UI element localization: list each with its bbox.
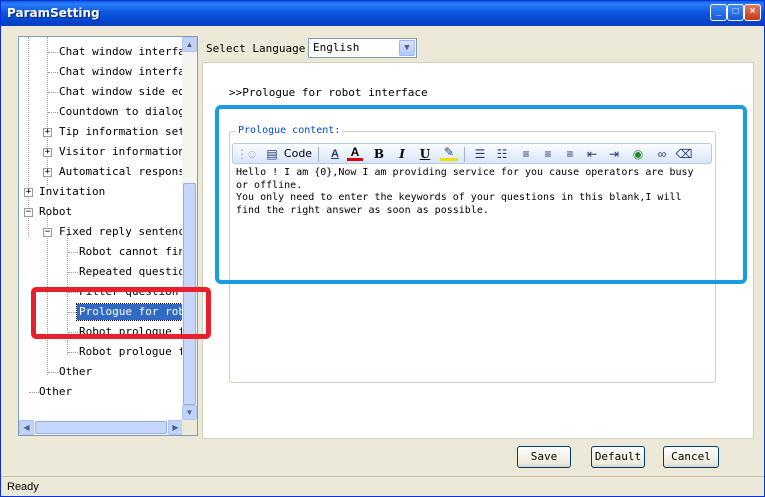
minimize-button[interactable]: _ <box>710 4 727 21</box>
scroll-right-icon[interactable]: ▶ <box>168 420 183 435</box>
tree-item-robot-other[interactable]: Other <box>57 364 94 380</box>
tree-item-countdown-to-dialog[interactable]: Countdown to dialog <box>57 104 183 120</box>
tree-item-visitor-information[interactable]: Visitor information display <box>57 144 183 160</box>
cancel-button[interactable]: Cancel <box>663 446 719 468</box>
tree-item-robot-prologue-2[interactable]: Robot prologue for <box>77 344 183 360</box>
highlight-box-red <box>31 287 211 339</box>
tree-item-other[interactable]: Other <box>37 384 74 400</box>
tree-connector <box>47 37 48 185</box>
highlight-box-blue <box>215 105 747 284</box>
default-button[interactable]: Default <box>591 446 645 468</box>
tree-item-automatical-response[interactable]: Automatical response <box>57 164 183 180</box>
tree-item-repeated-question[interactable]: Repeated question <box>77 264 183 280</box>
expand-icon[interactable]: + <box>43 148 52 157</box>
tree-vertical-scrollbar[interactable]: ▲ ▼ <box>182 37 197 420</box>
maximize-button[interactable]: □ <box>727 4 744 21</box>
language-value: English <box>313 41 360 54</box>
scroll-up-icon[interactable]: ▲ <box>182 37 197 52</box>
collapse-icon[interactable]: − <box>24 208 33 217</box>
scroll-down-icon[interactable]: ▼ <box>182 405 197 420</box>
tree-item-fixed-reply-sentences[interactable]: Fixed reply sentences <box>57 224 183 240</box>
scroll-thumb[interactable] <box>35 421 167 434</box>
expand-icon[interactable]: + <box>43 168 52 177</box>
expand-icon[interactable]: + <box>24 188 33 197</box>
section-title: >>Prologue for robot interface <box>229 86 428 99</box>
tree-item-robot-cannot-find[interactable]: Robot cannot find answer <box>77 244 183 260</box>
status-text: Ready <box>7 481 39 493</box>
scroll-left-icon[interactable]: ◀ <box>19 420 34 435</box>
expand-icon[interactable]: + <box>43 128 52 137</box>
tree-content: + + + + − − Chat window interface Chat w… <box>19 37 183 420</box>
settings-tree[interactable]: + + + + − − Chat window interface Chat w… <box>18 36 198 436</box>
chevron-down-icon[interactable]: ▼ <box>399 40 415 56</box>
language-select[interactable]: English ▼ <box>308 38 417 58</box>
collapse-icon[interactable]: − <box>43 228 52 237</box>
tree-item-robot[interactable]: Robot <box>37 204 74 220</box>
tree-item-chat-window-interface[interactable]: Chat window interface <box>57 44 183 60</box>
window-title: ParamSetting <box>7 6 100 20</box>
tree-item-invitation[interactable]: Invitation <box>37 184 107 200</box>
scrollbar-corner <box>182 420 197 435</box>
tree-item-chat-window-interface-2[interactable]: Chat window interface <box>57 64 183 80</box>
save-button[interactable]: Save <box>517 446 571 468</box>
title-bar[interactable]: ParamSetting _ □ × <box>1 1 764 26</box>
language-label: Select Language <box>206 42 306 55</box>
tree-horizontal-scrollbar[interactable]: ◀ ▶ <box>19 420 183 435</box>
tree-item-chat-window-side-edge[interactable]: Chat window side edge <box>57 84 183 100</box>
tree-item-tip-information[interactable]: Tip information settings <box>57 124 183 140</box>
close-button[interactable]: × <box>744 4 761 21</box>
param-setting-window: ParamSetting _ □ × + + + + − − Chat wind… <box>0 0 765 497</box>
status-bar: Ready <box>1 476 764 496</box>
